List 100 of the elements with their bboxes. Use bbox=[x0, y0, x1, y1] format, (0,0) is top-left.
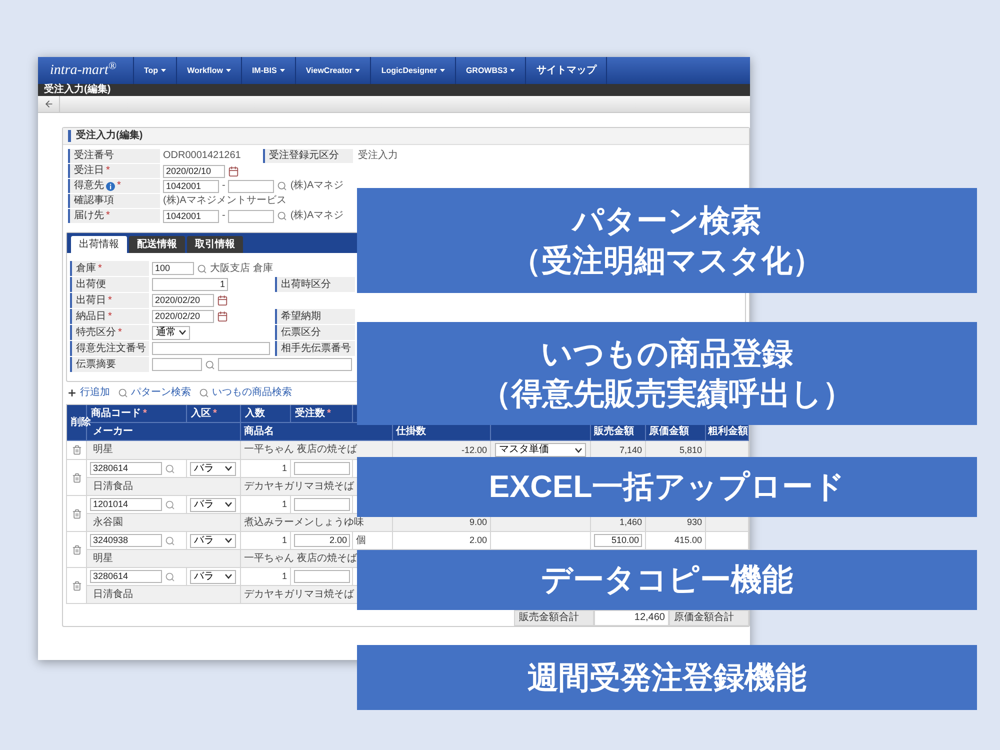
unit-type-select[interactable]: バラ bbox=[190, 462, 236, 476]
tab[interactable]: 配送情報 bbox=[129, 236, 185, 253]
caret-icon bbox=[575, 448, 582, 452]
input-field[interactable] bbox=[152, 342, 270, 355]
field-value: (株)Aマネジ bbox=[290, 180, 344, 192]
field-label: 受注番号 bbox=[68, 149, 160, 163]
maker-name: 日清食品 bbox=[93, 588, 133, 600]
field-value: (株)Aマネジメントサービス bbox=[163, 195, 286, 207]
field-label: 受注日 * bbox=[68, 164, 160, 178]
product-code-field[interactable]: 3240938 bbox=[90, 534, 162, 547]
plus-icon bbox=[67, 388, 77, 398]
delete-icon[interactable] bbox=[72, 544, 82, 554]
date-field[interactable]: 2020/02/10 bbox=[163, 164, 225, 178]
unit-label: 個 bbox=[356, 534, 366, 546]
search-icon bbox=[199, 388, 209, 398]
tab[interactable]: 取引情報 bbox=[187, 236, 243, 253]
order-quantity-field[interactable] bbox=[294, 498, 350, 511]
callout-text: パターン検索 （受注明細マスタ化） bbox=[510, 202, 824, 280]
field-label: 得意先 * bbox=[68, 179, 160, 193]
search-icon[interactable] bbox=[165, 572, 175, 582]
search-link[interactable]: パターン検索 bbox=[118, 387, 191, 399]
search-icon[interactable] bbox=[165, 536, 175, 546]
delete-icon[interactable] bbox=[72, 580, 82, 590]
cost-amount: 930 bbox=[686, 517, 702, 528]
case-quantity: 1 bbox=[282, 571, 287, 582]
sales-amount: 1,460 bbox=[619, 517, 642, 528]
total-value: 12,460 bbox=[594, 610, 669, 626]
product-code-field[interactable]: 1201014 bbox=[90, 498, 162, 511]
add-row-button[interactable]: 行追加 bbox=[67, 387, 110, 399]
delete-icon[interactable] bbox=[72, 472, 82, 482]
date-field[interactable]: 2020/02/20 bbox=[152, 310, 214, 323]
field-label: 出荷日 * bbox=[70, 293, 149, 308]
input-field[interactable] bbox=[152, 358, 202, 371]
search-icon bbox=[118, 388, 128, 398]
field-value: - bbox=[222, 210, 226, 222]
price-field[interactable]: 510.00 bbox=[594, 534, 642, 547]
field-value: 受注入力 bbox=[358, 150, 398, 162]
info-icon[interactable] bbox=[106, 182, 115, 190]
calendar-icon[interactable] bbox=[217, 311, 228, 322]
logo[interactable]: intra-mart$^{®}$ bbox=[50, 60, 116, 81]
input-field[interactable] bbox=[218, 358, 352, 371]
callout-text: 週間受発注登録機能 bbox=[528, 658, 806, 696]
product-name: 一平ちゃん 夜店の焼そば bbox=[244, 444, 357, 456]
maker-name: 明星 bbox=[93, 444, 113, 456]
field-label: 相手先伝票番号 bbox=[275, 341, 355, 356]
search-icon[interactable] bbox=[197, 264, 207, 274]
caret-icon bbox=[225, 538, 232, 543]
field-label: 受注登録元区分 bbox=[263, 149, 353, 163]
search-icon[interactable] bbox=[277, 211, 288, 221]
product-name: デカヤキガリマヨ焼そば bbox=[244, 480, 354, 492]
quantity-field[interactable]: 1 bbox=[152, 278, 228, 291]
field-label: 届け先 * bbox=[68, 209, 160, 223]
search-icon[interactable] bbox=[165, 500, 175, 510]
select-field[interactable]: 通常 bbox=[152, 326, 190, 340]
column-header: 受注数 * bbox=[291, 405, 353, 423]
product-code-field[interactable]: 3280614 bbox=[90, 570, 162, 583]
search-icon[interactable] bbox=[165, 464, 175, 474]
field-label: 特売区分 * bbox=[70, 325, 149, 340]
price-type-select[interactable]: マスタ単価 bbox=[495, 443, 586, 457]
maker-name: 明星 bbox=[93, 552, 113, 564]
search-icon[interactable] bbox=[205, 360, 215, 370]
cost-price: 415.00 bbox=[674, 535, 702, 546]
input-field[interactable] bbox=[228, 210, 274, 222]
quantity-value: 9.00 bbox=[469, 517, 487, 528]
field-label: 出荷便 bbox=[70, 277, 149, 292]
field-label: 納品日 * bbox=[70, 309, 149, 324]
sales-amount: 7,140 bbox=[619, 444, 642, 456]
tab[interactable]: 出荷情報 bbox=[71, 236, 127, 253]
field-label: 伝票摘要 bbox=[70, 357, 149, 372]
code-field[interactable]: 1042001 bbox=[163, 180, 219, 192]
caret-icon bbox=[179, 330, 186, 335]
callout-text: EXCEL一括アップロード bbox=[488, 468, 846, 506]
input-field[interactable]: 100 bbox=[152, 262, 194, 275]
field-label: 倉庫 * bbox=[70, 261, 149, 276]
total-label: 販売金額合計 bbox=[514, 610, 594, 626]
field-value: ODR0001421261 bbox=[163, 150, 241, 162]
unit-type-select[interactable]: バラ bbox=[190, 498, 236, 512]
search-link[interactable]: いつもの商品検索 bbox=[199, 387, 292, 399]
order-quantity-field[interactable] bbox=[294, 462, 350, 475]
field-label: 出荷時区分 bbox=[275, 277, 355, 292]
input-field[interactable] bbox=[228, 180, 274, 192]
order-quantity-field[interactable]: 2.00 bbox=[294, 534, 350, 547]
maker-name: 永谷園 bbox=[93, 516, 123, 528]
date-field[interactable]: 2020/02/20 bbox=[152, 294, 214, 307]
code-field[interactable]: 1042001 bbox=[163, 210, 219, 222]
unit-type-select[interactable]: バラ bbox=[190, 570, 236, 584]
calendar-icon[interactable] bbox=[217, 295, 228, 306]
field-value: - bbox=[222, 180, 226, 192]
search-icon[interactable] bbox=[277, 181, 288, 191]
maker-name: 日清食品 bbox=[93, 480, 133, 492]
caret-icon bbox=[225, 502, 232, 507]
product-name: デカヤキガリマヨ焼そば bbox=[244, 588, 354, 600]
column-header: 入区 * bbox=[187, 405, 241, 423]
delete-icon[interactable] bbox=[72, 445, 82, 455]
order-quantity-field[interactable] bbox=[294, 570, 350, 583]
product-code-field[interactable]: 3280614 bbox=[90, 462, 162, 475]
unit-type-select[interactable]: バラ bbox=[190, 534, 236, 548]
delete-icon[interactable] bbox=[72, 508, 82, 518]
page-title-bar: 受注入力(編集) bbox=[38, 84, 750, 96]
calendar-icon[interactable] bbox=[228, 166, 239, 176]
